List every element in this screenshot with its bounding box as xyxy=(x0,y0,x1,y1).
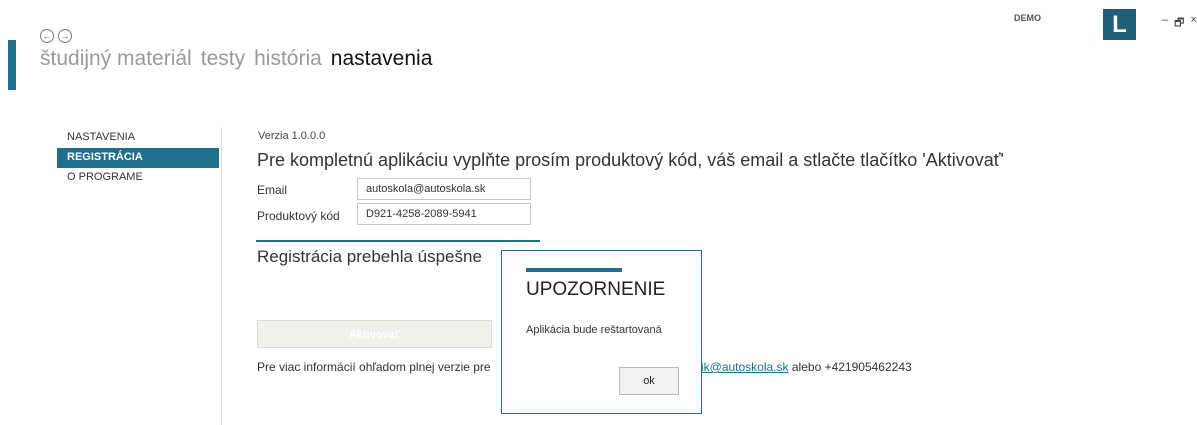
close-icon[interactable]: × xyxy=(1190,14,1196,33)
main-menu: študijný materiál testy história nastave… xyxy=(40,47,432,71)
back-arrow-icon[interactable]: ← xyxy=(40,29,54,43)
info-phone: alebo +421905462243 xyxy=(791,360,912,374)
info-text: Pre viac informácií ohľadom plnej verzie… xyxy=(257,360,491,374)
menu-item-studijny-material[interactable]: študijný materiál xyxy=(40,47,192,71)
product-code-field[interactable] xyxy=(357,203,531,225)
window-controls: – 🗗 × xyxy=(1162,14,1197,33)
menu-item-testy[interactable]: testy xyxy=(201,47,245,71)
dialog-title: UPOZORNENIE xyxy=(526,279,666,300)
section-divider xyxy=(256,240,540,242)
warning-dialog: UPOZORNENIE Aplikácia bude reštartovaná … xyxy=(501,250,702,414)
nav-arrows: ← → xyxy=(40,29,72,43)
product-code-label: Produktový kód xyxy=(257,209,340,223)
success-message: Registrácia prebehla úspešne xyxy=(257,247,482,266)
dialog-accent-bar xyxy=(526,268,622,272)
accent-bar xyxy=(8,40,16,90)
sidebar-divider xyxy=(221,127,222,425)
registration-headline: Pre kompletnú aplikáciu vyplňte prosím p… xyxy=(257,150,1004,170)
sidebar-item-nastavenia[interactable]: NASTAVENIA xyxy=(57,128,219,148)
email-field[interactable] xyxy=(357,178,531,200)
menu-item-historia[interactable]: história xyxy=(254,47,322,71)
dialog-message: Aplikácia bude reštartovaná xyxy=(526,324,662,336)
menu-item-nastavenia[interactable]: nastavenia xyxy=(331,47,433,71)
forward-arrow-icon[interactable]: → xyxy=(58,29,72,43)
sidebar-item-registracia[interactable]: REGISTRÁCIA xyxy=(57,148,219,168)
app-logo: L xyxy=(1103,9,1136,40)
sidebar-item-o-programe[interactable]: O PROGRAME xyxy=(57,168,219,188)
contact-email-link[interactable]: urik@autoskola.sk xyxy=(690,360,788,374)
version-label: Verzia 1.0.0.0 xyxy=(258,130,326,142)
activate-button[interactable]: Aktivovať xyxy=(257,320,492,348)
ok-button[interactable]: ok xyxy=(619,367,679,395)
email-label: Email xyxy=(257,183,288,197)
restore-icon[interactable]: 🗗 xyxy=(1174,14,1184,33)
demo-label: DEMO xyxy=(1014,13,1041,23)
minimize-icon[interactable]: – xyxy=(1162,14,1168,33)
sidebar: NASTAVENIA REGISTRÁCIA O PROGRAME xyxy=(57,128,219,188)
